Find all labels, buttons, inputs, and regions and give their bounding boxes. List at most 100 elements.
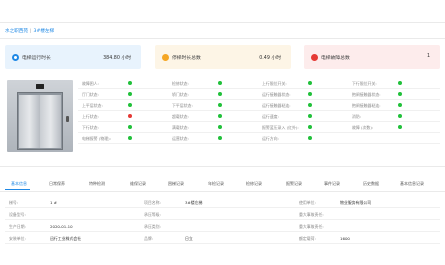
summary-value: 1 — [426, 54, 430, 59]
status-cell: 下行限位开关: — [348, 78, 438, 89]
breadcrumb-current: 3#楼左梯 — [33, 29, 55, 34]
ok-indicator-icon — [128, 136, 132, 140]
status-cell: 运行速度: — [258, 111, 348, 122]
status-label: 上行限位开关: — [262, 81, 287, 86]
tab-5[interactable]: 年检记录 — [208, 181, 224, 187]
info-cell: 重大事故责任: — [295, 220, 440, 232]
info-cell: 承压类别: — [140, 220, 295, 232]
tab-9[interactable]: 历史数据 — [363, 181, 379, 187]
status-label: 下平层状态: — [172, 103, 193, 108]
summary-label: 电梯运行时长 — [22, 56, 51, 61]
fault-status-icon — [311, 53, 318, 61]
info-cell: 品牌: 日立 — [140, 232, 295, 244]
status-label: 消防: — [352, 114, 362, 119]
ok-indicator-icon — [218, 114, 222, 118]
status-row: 上行状态: 超载状态: 运行速度: 消防: — [78, 111, 440, 122]
ok-indicator-icon — [398, 114, 402, 118]
runtime-status-icon — [12, 53, 19, 61]
status-label: 电梯报警 (物理): — [82, 136, 111, 141]
ok-indicator-icon — [308, 136, 312, 140]
status-label: 运行接触器状态: — [262, 92, 291, 97]
info-cell: 重大事故责任: — [295, 208, 440, 220]
info-row: 生产日期: 2020-01-10 承压类别: 重大事故责任: — [5, 220, 440, 232]
info-key: 项目名称: — [144, 200, 161, 205]
info-cell: 使用单位: 物业服务有限公司 — [295, 196, 440, 208]
status-cell: 消防: — [348, 111, 438, 122]
status-row: 上平层状态: 下平层状态: 运行接触器粘连: 抱闸接触器粘连: — [78, 100, 440, 111]
status-cell: 故障困人: — [78, 78, 168, 89]
info-cell: 安装单位: 迅行工业株式会社 — [5, 232, 140, 244]
status-label: 运行方向: — [262, 136, 279, 141]
section-divider — [0, 166, 445, 167]
status-label: 抱闸接触器粘连: — [352, 103, 381, 108]
info-key: 重大事故责任: — [299, 212, 324, 217]
status-cell: 报警蓝压录入 (红外): — [258, 122, 348, 133]
status-label: 故障困人: — [82, 81, 99, 86]
status-label: 运行接触器粘连: — [262, 103, 291, 108]
info-row: 梯号: 1 # 项目名称: 3#楼左梯 使用单位: 物业服务有限公司 — [5, 196, 440, 208]
summary-label: 电梯故障总数 — [321, 56, 350, 61]
tab-0[interactable]: 基本信息 — [11, 181, 27, 187]
status-cell: 故障 (次数): — [348, 122, 438, 133]
info-key: 品牌: — [144, 236, 154, 241]
ok-indicator-icon — [398, 92, 402, 96]
breadcrumb-separator: | — [29, 29, 32, 34]
status-cell: 厅门状态: — [78, 89, 168, 100]
status-cell: 下平层状态: — [168, 100, 258, 111]
status-label: 报警蓝压录入 (红外): — [262, 125, 299, 130]
floor-display — [36, 84, 44, 89]
elevator-right-door — [40, 95, 61, 148]
summary-label: 停梯时长总数 — [172, 56, 201, 61]
info-value: 物业服务有限公司 — [340, 200, 372, 205]
tab-1[interactable]: 日常保养 — [49, 181, 65, 187]
ok-indicator-icon — [308, 114, 312, 118]
info-value: 1 # — [50, 200, 57, 205]
info-value: 迅行工业株式会社 — [50, 236, 82, 241]
tabs-divider — [0, 191, 445, 192]
info-row: 设备型号: 承压等级: 重大事故责任: — [5, 208, 440, 220]
ok-indicator-icon — [308, 92, 312, 96]
status-label: 故障 (次数): — [352, 125, 374, 130]
status-label: 轿门状态: — [172, 92, 189, 97]
status-row: 下行状态: 满载状态: 报警蓝压录入 (红外): 故障 (次数): — [78, 122, 440, 133]
info-cell: 项目名称: 3#楼左梯 — [140, 196, 295, 208]
ok-indicator-icon — [218, 81, 222, 85]
status-cell: 电梯报警 (物理): — [78, 133, 168, 144]
basic-info-table: 梯号: 1 # 项目名称: 3#楼左梯 使用单位: 物业服务有限公司 设备型号: 承压等级: 重… — [5, 196, 440, 244]
status-label: 下行状态: — [82, 125, 99, 130]
info-key: 设备型号: — [9, 212, 26, 217]
tab-2[interactable]: 特种检测 — [89, 181, 105, 187]
ok-indicator-icon — [218, 136, 222, 140]
status-cell: 上行状态: — [78, 111, 168, 122]
downtime-status-icon — [162, 53, 169, 61]
status-label: 运行速度: — [262, 114, 279, 119]
status-cell: 运行接触器粘连: — [258, 100, 348, 111]
status-label: 上行状态: — [82, 114, 99, 119]
summary-card-faults: 电梯故障总数 1 — [304, 45, 440, 69]
elevator-door-frame — [17, 92, 63, 150]
tab-7[interactable]: 报警记录 — [286, 181, 302, 187]
breadcrumb-parent[interactable]: 水之职西苑 — [5, 29, 28, 34]
tab-4[interactable]: 困梯记录 — [168, 181, 184, 187]
status-cell: 上平层状态: — [78, 100, 168, 111]
summary-value: 384.80 小时 — [103, 56, 131, 61]
elevator-image — [7, 80, 73, 152]
info-value: 1600 — [340, 236, 350, 241]
status-label: 抱闸接触器状态: — [352, 92, 381, 97]
summary-card-downtime: 停梯时长总数 0.49 小时 — [155, 45, 291, 69]
tab-6[interactable]: 检修记录 — [246, 181, 262, 187]
breadcrumb-divider — [0, 38, 445, 39]
info-cell: 梯号: 1 # — [5, 196, 140, 208]
breadcrumb: 水之职西苑 | 3#楼左梯 — [5, 28, 54, 34]
status-label: 满载状态: — [172, 125, 189, 130]
info-row: 安装单位: 迅行工业株式会社 品牌: 日立 额定载荷: 1600 — [5, 232, 440, 244]
tab-8[interactable]: 事件记录 — [324, 181, 340, 187]
info-key: 额定载荷: — [299, 236, 316, 241]
info-cell: 承压等级: — [140, 208, 295, 220]
tab-10[interactable]: 基本信息记录 — [400, 181, 424, 187]
info-cell: 生产日期: 2020-01-10 — [5, 220, 140, 232]
tab-3[interactable]: 维保记录 — [130, 181, 146, 187]
info-key: 承压类别: — [144, 224, 161, 229]
status-cell: 运行方向: — [258, 133, 348, 144]
status-label: 超载状态: — [172, 114, 189, 119]
